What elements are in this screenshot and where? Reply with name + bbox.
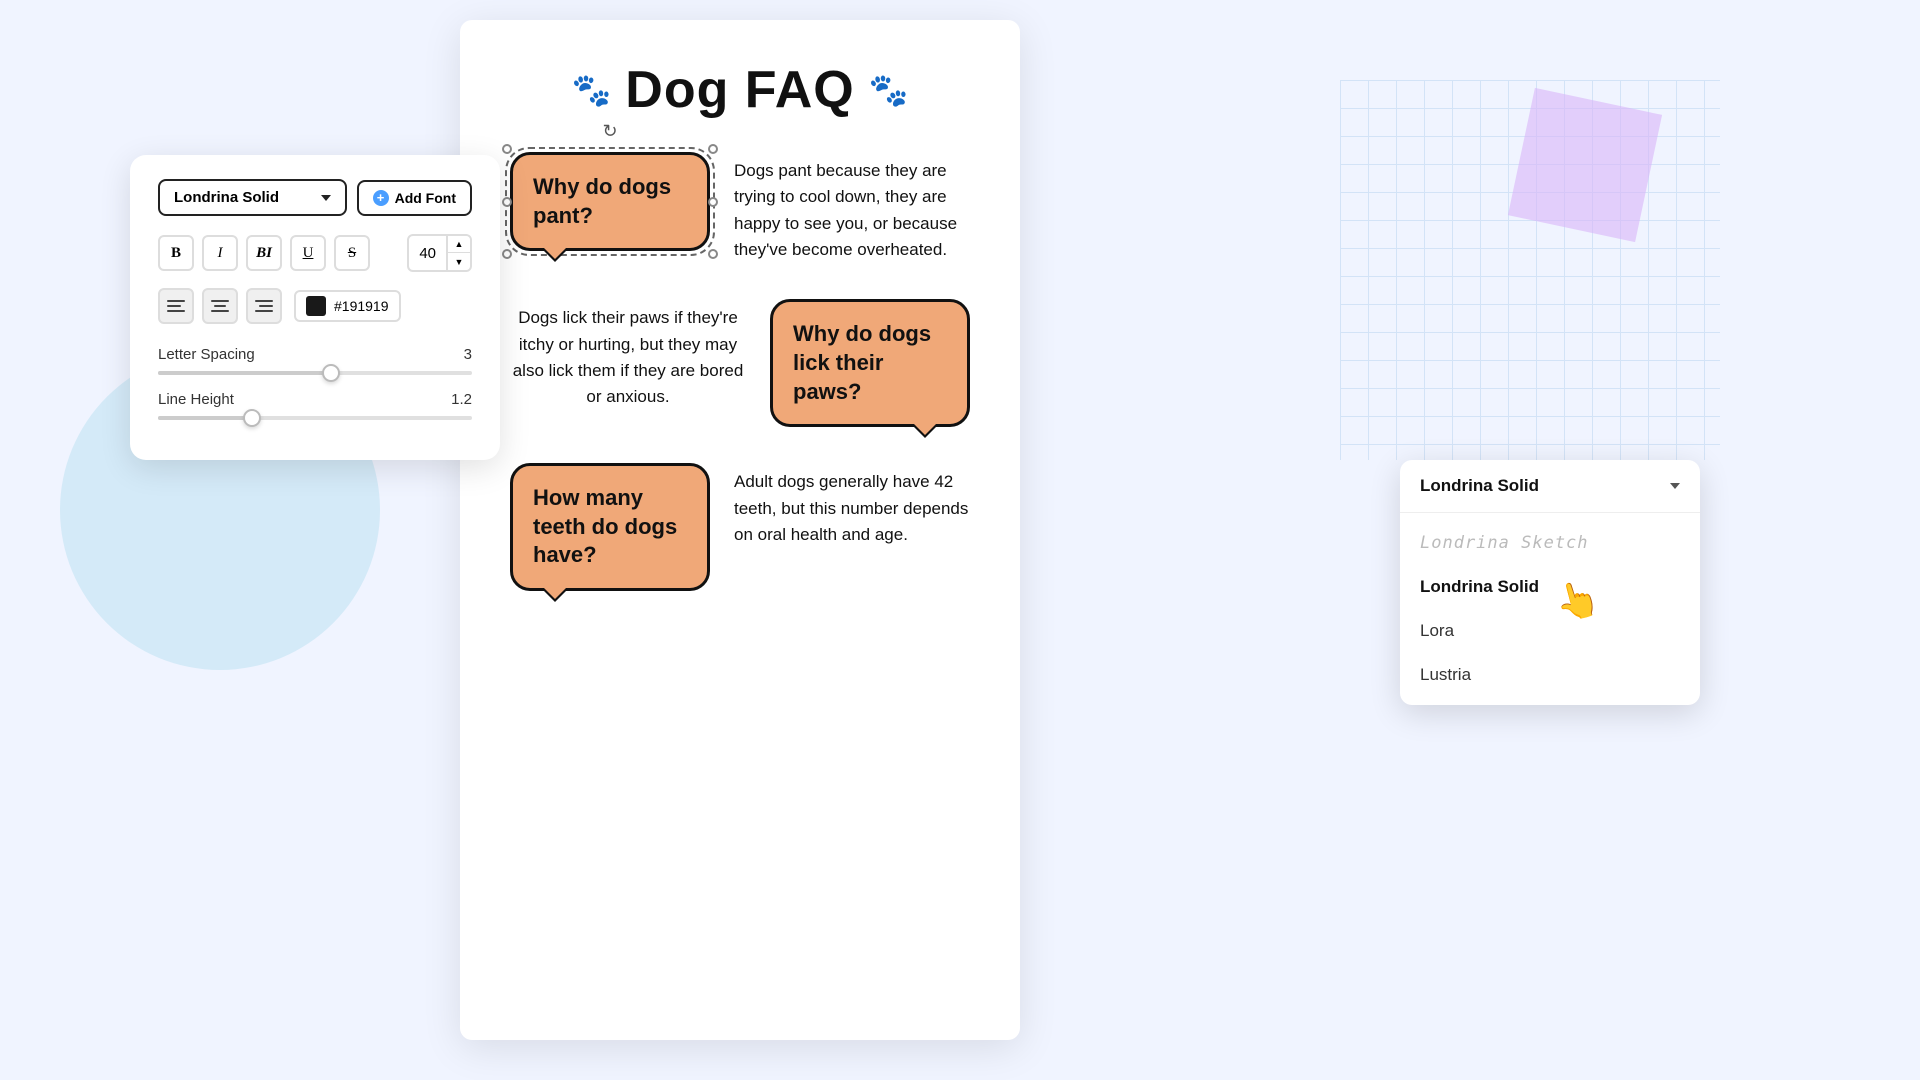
plus-icon: + xyxy=(373,190,389,206)
document-panel: 🐾 Dog FAQ 🐾 ↻ Why do dogs pant? Dogs pan… xyxy=(460,20,1020,1040)
document-title-area: 🐾 Dog FAQ 🐾 xyxy=(510,60,970,120)
formatting-panel: Londrina Solid + Add Font B I BI U S 40 … xyxy=(130,155,500,460)
dropdown-item-lora[interactable]: Lora xyxy=(1400,609,1700,653)
paw-right-icon: 🐾 xyxy=(869,71,909,109)
dropdown-item-lustria[interactable]: Lustria xyxy=(1400,653,1700,697)
underline-button[interactable]: U xyxy=(290,235,326,271)
line-height-track[interactable] xyxy=(158,416,472,420)
question-2: Why do dogs lick their paws? xyxy=(793,321,931,403)
letter-spacing-thumb[interactable] xyxy=(322,364,340,382)
speech-bubble-3[interactable]: How many teeth do dogs have? xyxy=(510,463,710,591)
letter-spacing-track[interactable] xyxy=(158,371,472,375)
question-1: Why do dogs pant? xyxy=(533,174,671,228)
handle-tl[interactable] xyxy=(502,144,512,154)
line-height-value: 1.2 xyxy=(451,391,472,408)
document-title: Dog FAQ xyxy=(625,60,854,120)
add-font-button[interactable]: + Add Font xyxy=(357,180,472,216)
faq-item-1: ↻ Why do dogs pant? Dogs pant because th… xyxy=(510,152,970,263)
font-select-label: Londrina Solid xyxy=(174,189,279,206)
bold-button[interactable]: B xyxy=(158,235,194,271)
question-3: How many teeth do dogs have? xyxy=(533,485,677,567)
handle-mr[interactable] xyxy=(708,197,718,207)
font-option-lora: Lora xyxy=(1420,621,1454,640)
color-picker-button[interactable]: #191919 xyxy=(294,290,401,322)
align-color-row: #191919 xyxy=(158,288,472,324)
font-size-input: 40 ▲ ▼ xyxy=(407,234,472,272)
answer-2: Dogs lick their paws if they're itchy or… xyxy=(510,299,746,410)
answer-3: Adult dogs generally have 42 teeth, but … xyxy=(734,463,970,548)
font-select-chevron-icon xyxy=(321,195,331,201)
font-dropdown-panel: Londrina Solid Londrina Sketch Londrina … xyxy=(1400,460,1700,705)
line-height-label-row: Line Height 1.2 xyxy=(158,391,472,408)
rotate-handle[interactable]: ↻ xyxy=(602,121,617,142)
bg-purple-rect xyxy=(1508,88,1662,242)
color-hex-value: #191919 xyxy=(334,298,389,314)
italic-button[interactable]: I xyxy=(202,235,238,271)
color-swatch xyxy=(306,296,326,316)
dropdown-header[interactable]: Londrina Solid xyxy=(1400,460,1700,513)
line-height-section: Line Height 1.2 xyxy=(158,391,472,420)
paw-left-icon: 🐾 xyxy=(571,71,611,109)
handle-ml[interactable] xyxy=(502,197,512,207)
handle-br[interactable] xyxy=(708,249,718,259)
align-left-button[interactable] xyxy=(158,288,194,324)
handle-bl[interactable] xyxy=(502,249,512,259)
dropdown-list: Londrina Sketch Londrina Solid Lora Lust… xyxy=(1400,513,1700,705)
font-option-solid: Londrina Solid xyxy=(1420,577,1539,596)
bold-italic-button[interactable]: BI xyxy=(246,235,282,271)
answer-1: Dogs pant because they are trying to coo… xyxy=(734,152,970,263)
selection-overlay: ↻ xyxy=(505,147,715,256)
letter-spacing-label-row: Letter Spacing 3 xyxy=(158,346,472,363)
speech-bubble-1[interactable]: ↻ Why do dogs pant? xyxy=(510,152,710,251)
add-font-label: Add Font xyxy=(395,190,456,206)
font-option-lustria: Lustria xyxy=(1420,665,1471,684)
font-size-arrows: ▲ ▼ xyxy=(446,236,470,270)
font-option-sketchy: Londrina Sketch xyxy=(1420,533,1589,553)
faq-item-2: Why do dogs lick their paws? Dogs lick t… xyxy=(510,299,970,427)
font-select[interactable]: Londrina Solid xyxy=(158,179,347,216)
font-size-value[interactable]: 40 xyxy=(409,241,446,266)
handle-tr[interactable] xyxy=(708,144,718,154)
dropdown-item-londrina-sketch[interactable]: Londrina Sketch xyxy=(1400,521,1700,565)
faq-item-3: How many teeth do dogs have? Adult dogs … xyxy=(510,463,970,591)
letter-spacing-value: 3 xyxy=(464,346,472,363)
strikethrough-button[interactable]: S xyxy=(334,235,370,271)
line-height-label: Line Height xyxy=(158,391,234,408)
letter-spacing-label: Letter Spacing xyxy=(158,346,255,363)
dropdown-chevron-icon xyxy=(1670,483,1680,489)
align-center-button[interactable] xyxy=(202,288,238,324)
style-buttons-row: B I BI U S 40 ▲ ▼ xyxy=(158,234,472,272)
font-row: Londrina Solid + Add Font xyxy=(158,179,472,216)
dropdown-selected-font: Londrina Solid xyxy=(1420,476,1539,496)
font-size-decrease[interactable]: ▼ xyxy=(448,253,470,270)
letter-spacing-section: Letter Spacing 3 xyxy=(158,346,472,375)
line-height-thumb[interactable] xyxy=(243,409,261,427)
speech-bubble-2[interactable]: Why do dogs lick their paws? xyxy=(770,299,970,427)
align-right-button[interactable] xyxy=(246,288,282,324)
font-size-increase[interactable]: ▲ xyxy=(448,236,470,253)
